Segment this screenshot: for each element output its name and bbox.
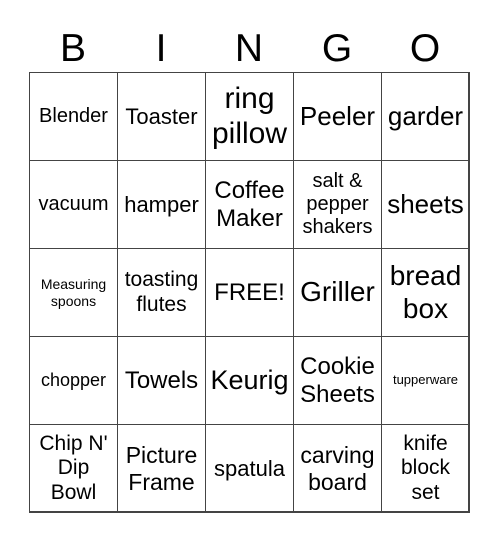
bingo-cell[interactable]: vacuum — [29, 160, 118, 249]
header-letter-n: N — [234, 27, 264, 70]
header-letter-g: G — [321, 27, 353, 70]
bingo-header: B I N G O — [29, 26, 469, 72]
bingo-cell[interactable]: Griller — [293, 248, 382, 337]
header-letter-i: I — [155, 27, 167, 70]
bingo-cell[interactable]: Keurig — [205, 336, 294, 425]
bingo-cell[interactable]: bread box — [381, 248, 470, 337]
bingo-cell[interactable]: Towels — [117, 336, 206, 425]
bingo-cell[interactable]: knife block set — [381, 424, 470, 513]
bingo-cell[interactable]: salt & pepper shakers — [293, 160, 382, 249]
bingo-cell[interactable]: carving board — [293, 424, 382, 513]
bingo-cell[interactable]: Measuring spoons — [29, 248, 118, 337]
bingo-cell[interactable]: hamper — [117, 160, 206, 249]
bingo-cell[interactable]: Cookie Sheets — [293, 336, 382, 425]
bingo-cell[interactable]: sheets — [381, 160, 470, 249]
header-letter-b: B — [59, 27, 86, 70]
bingo-cell[interactable]: chopper — [29, 336, 118, 425]
bingo-cell[interactable]: Picture Frame — [117, 424, 206, 513]
bingo-cell[interactable]: garder — [381, 72, 470, 161]
header-letter-o: O — [409, 27, 441, 70]
bingo-cell[interactable]: tupperware — [381, 336, 470, 425]
bingo-cell[interactable]: ring pillow — [205, 72, 294, 161]
bingo-cell[interactable]: Chip N' Dip Bowl — [29, 424, 118, 513]
free-space-cell[interactable]: FREE! — [205, 248, 294, 337]
bingo-cell[interactable]: spatula — [205, 424, 294, 513]
bingo-cell[interactable]: Blender — [29, 72, 118, 161]
bingo-cell[interactable]: toasting flutes — [117, 248, 206, 337]
bingo-grid: Blender Toaster ring pillow Peeler garder vac… — [29, 72, 470, 513]
bingo-cell[interactable]: Peeler — [293, 72, 382, 161]
bingo-cell[interactable]: Coffee Maker — [205, 160, 294, 249]
bingo-cell[interactable]: Toaster — [117, 72, 206, 161]
